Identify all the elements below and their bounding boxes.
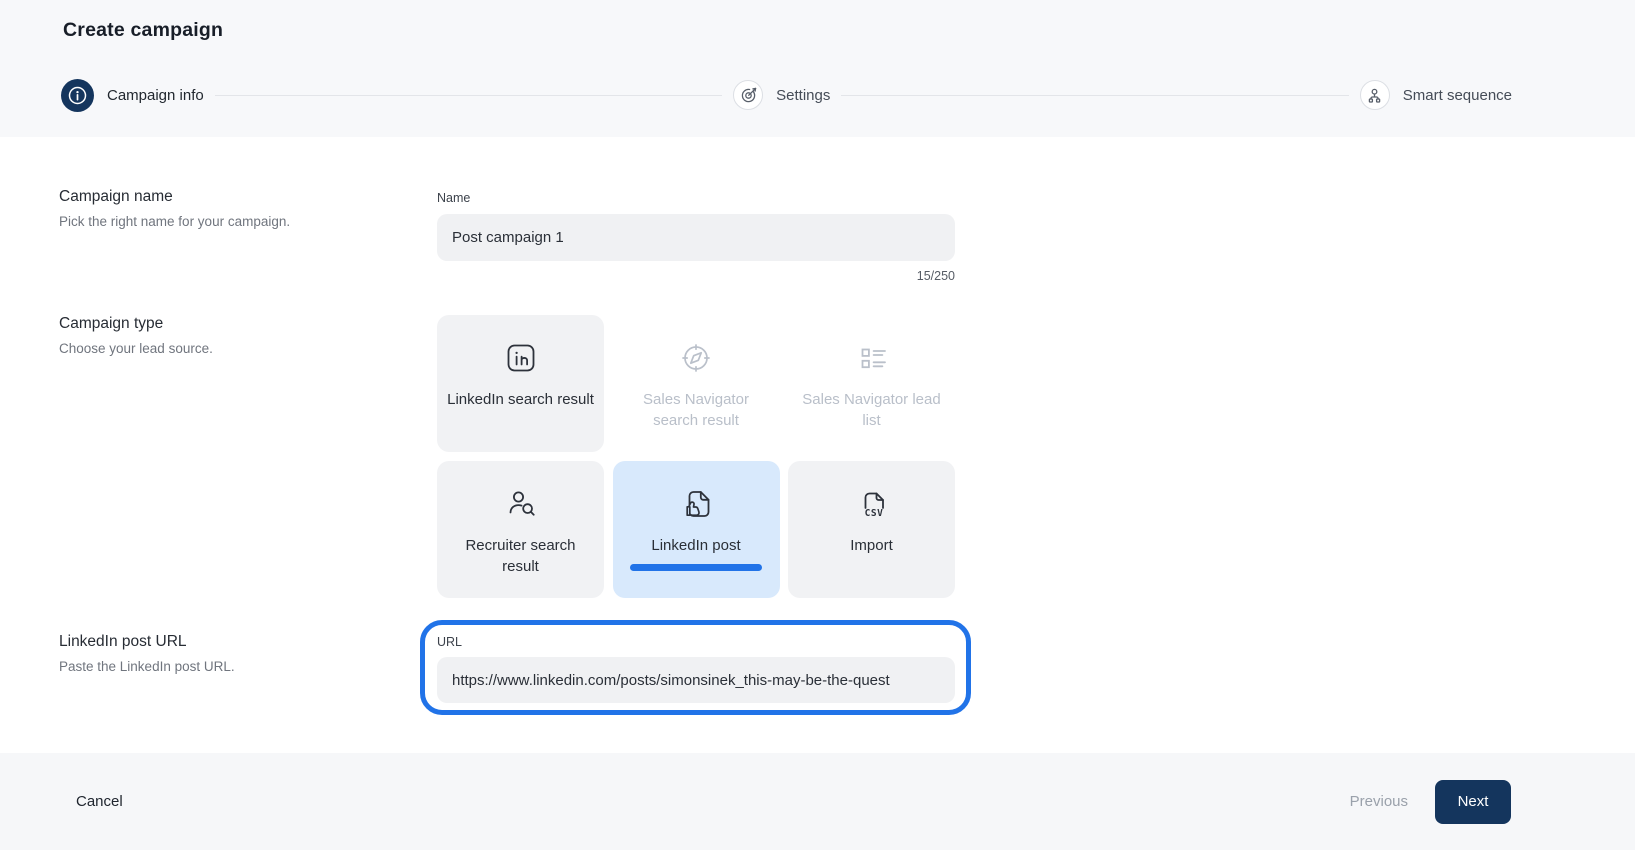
tile-label: LinkedIn post — [651, 535, 740, 556]
csv-file-icon: CSV — [854, 486, 890, 522]
linkedin-post-url-highlight-box: URL — [420, 620, 971, 715]
char-counter: 15/250 — [437, 269, 955, 283]
step-settings[interactable]: Settings — [733, 80, 830, 110]
tile-label: Sales Navigator search result — [623, 389, 770, 431]
post-thumbs-up-icon — [678, 486, 714, 522]
option-linkedin-post[interactable]: LinkedIn post — [613, 461, 780, 598]
next-button[interactable]: Next — [1435, 780, 1511, 824]
page-title: Create campaign — [63, 19, 223, 42]
campaign-name-input[interactable] — [437, 214, 955, 261]
step-campaign-info[interactable]: Campaign info — [61, 79, 204, 112]
linkedin-post-url-input[interactable] — [437, 657, 955, 703]
linkedin-icon — [503, 340, 539, 376]
cancel-button[interactable]: Cancel — [76, 793, 123, 810]
compass-icon — [678, 340, 714, 376]
option-import[interactable]: CSV Import — [788, 461, 955, 598]
step-label: Smart sequence — [1403, 87, 1512, 104]
campaign-type-grid: LinkedIn search result Sales Navigator s… — [437, 315, 955, 598]
step-label: Campaign info — [107, 87, 204, 104]
person-search-icon — [503, 486, 539, 522]
info-icon — [61, 79, 94, 112]
linkedin-post-url-section-head: LinkedIn post URL Paste the LinkedIn pos… — [59, 633, 399, 674]
campaign-name-section-head: Campaign name Pick the right name for yo… — [59, 188, 399, 229]
stepper: Campaign info Settings — [61, 78, 1512, 112]
section-title: Campaign type — [59, 315, 399, 333]
section-subtitle: Paste the LinkedIn post URL. — [59, 659, 399, 674]
create-campaign-modal: Create campaign Campaign info — [0, 0, 1635, 850]
selected-underline — [630, 564, 762, 571]
tile-label: Sales Navigator lead list — [798, 389, 945, 431]
previous-button[interactable]: Previous — [1350, 793, 1408, 810]
url-field-label: URL — [437, 635, 462, 649]
tile-label: LinkedIn search result — [447, 389, 594, 410]
section-title: Campaign name — [59, 188, 399, 206]
campaign-name-field-block: Name 15/250 — [437, 189, 955, 283]
option-recruiter-search-result[interactable]: Recruiter search result — [437, 461, 604, 598]
section-subtitle: Pick the right name for your campaign. — [59, 214, 399, 229]
tile-label: Recruiter search result — [447, 535, 594, 577]
footer: Cancel Previous Next — [0, 753, 1635, 850]
option-sales-navigator-search-result: Sales Navigator search result — [613, 315, 780, 452]
name-field-label: Name — [437, 191, 470, 205]
step-smart-sequence[interactable]: Smart sequence — [1360, 80, 1512, 110]
section-subtitle: Choose your lead source. — [59, 341, 399, 356]
stepper-connector — [215, 95, 722, 96]
target-icon — [733, 80, 763, 110]
sitemap-icon — [1360, 80, 1390, 110]
tile-label: Import — [850, 535, 893, 556]
step-label: Settings — [776, 87, 830, 104]
stepper-connector — [841, 95, 1348, 96]
lead-list-icon — [854, 340, 890, 376]
svg-text:CSV: CSV — [864, 508, 883, 519]
section-title: LinkedIn post URL — [59, 633, 399, 651]
option-sales-navigator-lead-list: Sales Navigator lead list — [788, 315, 955, 452]
option-linkedin-search-result[interactable]: LinkedIn search result — [437, 315, 604, 452]
header: Create campaign Campaign info — [0, 0, 1635, 137]
campaign-type-section-head: Campaign type Choose your lead source. — [59, 315, 399, 356]
